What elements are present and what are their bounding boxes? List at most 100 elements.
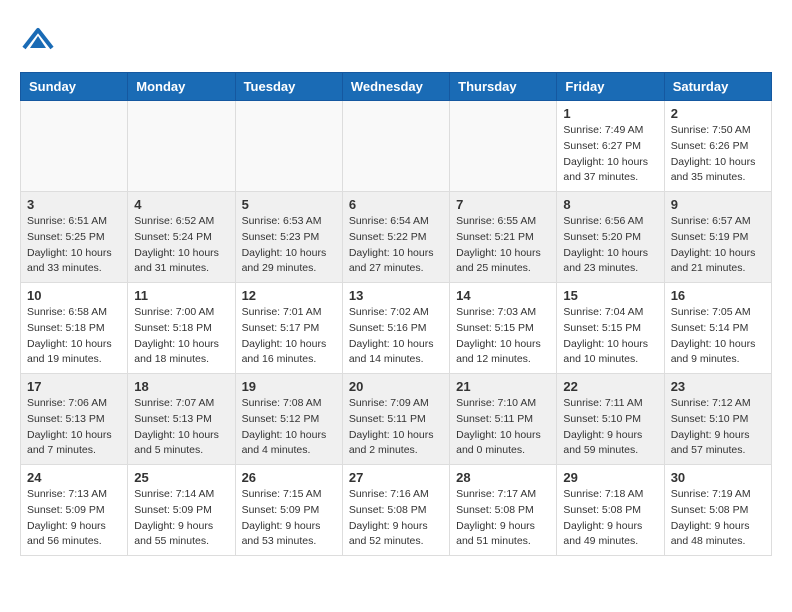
day-info: Sunrise: 7:16 AMSunset: 5:08 PMDaylight:… (349, 487, 443, 550)
calendar-cell: 15Sunrise: 7:04 AMSunset: 5:15 PMDayligh… (557, 283, 664, 374)
calendar-cell: 20 Sunrise: 7:09 AMSunset: 5:11 PMDayligh… (342, 374, 449, 465)
logo-icon (20, 20, 56, 56)
weekday-header-row: Sunday Monday Tuesday Wednesday Thursday… (21, 73, 772, 101)
calendar-cell: 14 Sunrise: 7:03 AMSunset: 5:15 PMDayligh… (450, 283, 557, 374)
logo (20, 20, 60, 56)
day-number: 1 (563, 106, 657, 121)
calendar-cell (128, 101, 235, 192)
calendar-cell: 10 Sunrise: 6:58 AMSunset: 5:18 PMDayligh… (21, 283, 128, 374)
day-number: 7 (456, 197, 550, 212)
day-number: 15 (563, 288, 657, 303)
calendar-cell: 26 Sunrise: 7:15 AMSunset: 5:09 PMDayligh… (235, 465, 342, 556)
calendar-cell: 8 Sunrise: 6:56 AMSunset: 5:20 PMDaylight… (557, 192, 664, 283)
calendar-cell (450, 101, 557, 192)
day-number: 16 (671, 288, 765, 303)
calendar-table: Sunday Monday Tuesday Wednesday Thursday… (20, 72, 772, 556)
day-info: Sunrise: 7:18 AMSunset: 5:08 PMDaylight:… (563, 487, 657, 550)
day-info: Sunrise: 7:02 AMSunset: 5:16 PMDaylight:… (349, 305, 443, 368)
day-number: 3 (27, 197, 121, 212)
calendar-week-row: 24 Sunrise: 7:13 AMSunset: 5:09 PMDayligh… (21, 465, 772, 556)
day-info: Sunrise: 7:07 AMSunset: 5:13 PMDaylight:… (134, 396, 228, 459)
header-tuesday: Tuesday (235, 73, 342, 101)
day-number: 12 (242, 288, 336, 303)
calendar-cell: 6 Sunrise: 6:54 AMSunset: 5:22 PMDaylight… (342, 192, 449, 283)
calendar-week-row: 3 Sunrise: 6:51 AMSunset: 5:25 PMDaylight… (21, 192, 772, 283)
day-number: 19 (242, 379, 336, 394)
day-number: 27 (349, 470, 443, 485)
day-number: 17 (27, 379, 121, 394)
calendar-cell: 22 Sunrise: 7:11 AMSunset: 5:10 PMDayligh… (557, 374, 664, 465)
day-info: Sunrise: 7:09 AMSunset: 5:11 PMDaylight:… (349, 396, 443, 459)
calendar-week-row: 10 Sunrise: 6:58 AMSunset: 5:18 PMDayligh… (21, 283, 772, 374)
calendar-cell: 11 Sunrise: 7:00 AMSunset: 5:18 PMDayligh… (128, 283, 235, 374)
day-number: 30 (671, 470, 765, 485)
calendar-cell: 24 Sunrise: 7:13 AMSunset: 5:09 PMDayligh… (21, 465, 128, 556)
calendar-cell: 9 Sunrise: 6:57 AMSunset: 5:19 PMDaylight… (664, 192, 771, 283)
day-info: Sunrise: 7:03 AMSunset: 5:15 PMDaylight:… (456, 305, 550, 368)
day-info: Sunrise: 7:14 AMSunset: 5:09 PMDaylight:… (134, 487, 228, 550)
day-info: Sunrise: 7:50 AMSunset: 6:26 PMDaylight:… (671, 123, 765, 186)
calendar-cell: 2 Sunrise: 7:50 AMSunset: 6:26 PMDaylight… (664, 101, 771, 192)
day-number: 5 (242, 197, 336, 212)
day-number: 10 (27, 288, 121, 303)
day-number: 6 (349, 197, 443, 212)
calendar-cell: 25 Sunrise: 7:14 AMSunset: 5:09 PMDayligh… (128, 465, 235, 556)
day-info: Sunrise: 7:01 AMSunset: 5:17 PMDaylight:… (242, 305, 336, 368)
header-sunday: Sunday (21, 73, 128, 101)
calendar-cell: 7Sunrise: 6:55 AMSunset: 5:21 PMDaylight… (450, 192, 557, 283)
calendar-week-row: 1Sunrise: 7:49 AMSunset: 6:27 PMDaylight… (21, 101, 772, 192)
calendar-cell: 17 Sunrise: 7:06 AMSunset: 5:13 PMDayligh… (21, 374, 128, 465)
day-number: 29 (563, 470, 657, 485)
calendar-cell: 16 Sunrise: 7:05 AMSunset: 5:14 PMDayligh… (664, 283, 771, 374)
header-friday: Friday (557, 73, 664, 101)
header (20, 20, 772, 56)
day-info: Sunrise: 7:06 AMSunset: 5:13 PMDaylight:… (27, 396, 121, 459)
day-number: 9 (671, 197, 765, 212)
calendar-cell (21, 101, 128, 192)
calendar-cell: 30Sunrise: 7:19 AMSunset: 5:08 PMDayligh… (664, 465, 771, 556)
day-info: Sunrise: 6:57 AMSunset: 5:19 PMDaylight:… (671, 214, 765, 277)
day-number: 26 (242, 470, 336, 485)
page-container: Sunday Monday Tuesday Wednesday Thursday… (20, 20, 772, 556)
day-info: Sunrise: 7:11 AMSunset: 5:10 PMDaylight:… (563, 396, 657, 459)
calendar-cell: 5 Sunrise: 6:53 AMSunset: 5:23 PMDaylight… (235, 192, 342, 283)
header-wednesday: Wednesday (342, 73, 449, 101)
header-thursday: Thursday (450, 73, 557, 101)
day-number: 14 (456, 288, 550, 303)
day-number: 13 (349, 288, 443, 303)
day-number: 22 (563, 379, 657, 394)
calendar-cell: 12 Sunrise: 7:01 AMSunset: 5:17 PMDayligh… (235, 283, 342, 374)
calendar-cell (235, 101, 342, 192)
day-info: Sunrise: 6:54 AMSunset: 5:22 PMDaylight:… (349, 214, 443, 277)
day-number: 2 (671, 106, 765, 121)
day-info: Sunrise: 6:56 AMSunset: 5:20 PMDaylight:… (563, 214, 657, 277)
day-number: 20 (349, 379, 443, 394)
day-number: 25 (134, 470, 228, 485)
day-number: 18 (134, 379, 228, 394)
day-info: Sunrise: 7:12 AMSunset: 5:10 PMDaylight:… (671, 396, 765, 459)
day-info: Sunrise: 6:51 AMSunset: 5:25 PMDaylight:… (27, 214, 121, 277)
day-info: Sunrise: 7:00 AMSunset: 5:18 PMDaylight:… (134, 305, 228, 368)
day-info: Sunrise: 7:15 AMSunset: 5:09 PMDaylight:… (242, 487, 336, 550)
day-number: 4 (134, 197, 228, 212)
calendar-cell: 29 Sunrise: 7:18 AMSunset: 5:08 PMDayligh… (557, 465, 664, 556)
calendar-cell: 4 Sunrise: 6:52 AMSunset: 5:24 PMDaylight… (128, 192, 235, 283)
day-info: Sunrise: 6:52 AMSunset: 5:24 PMDaylight:… (134, 214, 228, 277)
day-info: Sunrise: 6:58 AMSunset: 5:18 PMDaylight:… (27, 305, 121, 368)
day-number: 21 (456, 379, 550, 394)
header-saturday: Saturday (664, 73, 771, 101)
day-info: Sunrise: 7:08 AMSunset: 5:12 PMDaylight:… (242, 396, 336, 459)
calendar-cell: 13 Sunrise: 7:02 AMSunset: 5:16 PMDayligh… (342, 283, 449, 374)
calendar-cell: 27 Sunrise: 7:16 AMSunset: 5:08 PMDayligh… (342, 465, 449, 556)
calendar-cell: 23 Sunrise: 7:12 AMSunset: 5:10 PMDayligh… (664, 374, 771, 465)
calendar-cell: 3 Sunrise: 6:51 AMSunset: 5:25 PMDaylight… (21, 192, 128, 283)
day-info: Sunrise: 6:53 AMSunset: 5:23 PMDaylight:… (242, 214, 336, 277)
calendar-cell: 1Sunrise: 7:49 AMSunset: 6:27 PMDaylight… (557, 101, 664, 192)
calendar-cell: 19 Sunrise: 7:08 AMSunset: 5:12 PMDayligh… (235, 374, 342, 465)
day-number: 11 (134, 288, 228, 303)
day-info: Sunrise: 7:05 AMSunset: 5:14 PMDaylight:… (671, 305, 765, 368)
day-number: 8 (563, 197, 657, 212)
day-number: 23 (671, 379, 765, 394)
day-info: Sunrise: 7:13 AMSunset: 5:09 PMDaylight:… (27, 487, 121, 550)
day-number: 24 (27, 470, 121, 485)
